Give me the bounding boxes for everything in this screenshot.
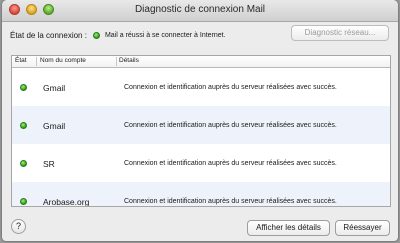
accounts-table: État Nom du compte Détails Gmail Connexi…	[11, 55, 391, 207]
table-header: État Nom du compte Détails	[12, 56, 390, 68]
account-name: SR	[43, 159, 55, 169]
account-detail: Connexion et identification auprès du se…	[124, 198, 337, 205]
status-ok-icon	[20, 198, 27, 205]
connection-status-label: État de la connexion :	[10, 30, 87, 40]
help-button[interactable]: ?	[11, 219, 26, 234]
title-bar: Diagnostic de connexion Mail	[2, 0, 398, 22]
table-row[interactable]: SR Connexion et identification auprès du…	[12, 144, 390, 182]
account-name: Arobase.org	[43, 197, 90, 207]
table-row[interactable]: Arobase.org Connexion et identification …	[12, 182, 390, 207]
connection-status-text: Mail a réussi à se connecter à Internet.	[104, 31, 226, 39]
status-ok-icon	[92, 31, 100, 39]
table-row[interactable]: Gmail Connexion et identification auprès…	[12, 68, 390, 106]
account-detail: Connexion et identification auprès du se…	[124, 122, 337, 129]
mail-connection-doctor-window: Diagnostic de connexion Mail État de la …	[2, 0, 398, 241]
table-row[interactable]: Gmail Connexion et identification auprès…	[12, 106, 390, 144]
account-detail: Connexion et identification auprès du se…	[124, 84, 337, 91]
connection-status: État de la connexion : Mail a réussi à s…	[10, 28, 226, 42]
window-title: Diagnostic de connexion Mail	[134, 4, 266, 15]
column-header-details[interactable]: Détails	[119, 57, 139, 64]
account-name: Gmail	[43, 83, 66, 93]
network-diagnostics-button[interactable]: Diagnostic réseau...	[291, 25, 389, 41]
account-detail: Connexion et identification auprès du se…	[124, 160, 337, 167]
column-header-account-name[interactable]: Nom du compte	[40, 57, 86, 64]
retry-button[interactable]: Réessayer	[335, 220, 390, 236]
status-ok-icon	[20, 122, 27, 129]
show-details-button[interactable]: Afficher les détails	[247, 220, 330, 236]
account-name: Gmail	[43, 121, 66, 131]
status-ok-icon	[20, 160, 27, 167]
status-ok-icon	[20, 84, 27, 91]
column-header-state[interactable]: État	[15, 57, 27, 64]
